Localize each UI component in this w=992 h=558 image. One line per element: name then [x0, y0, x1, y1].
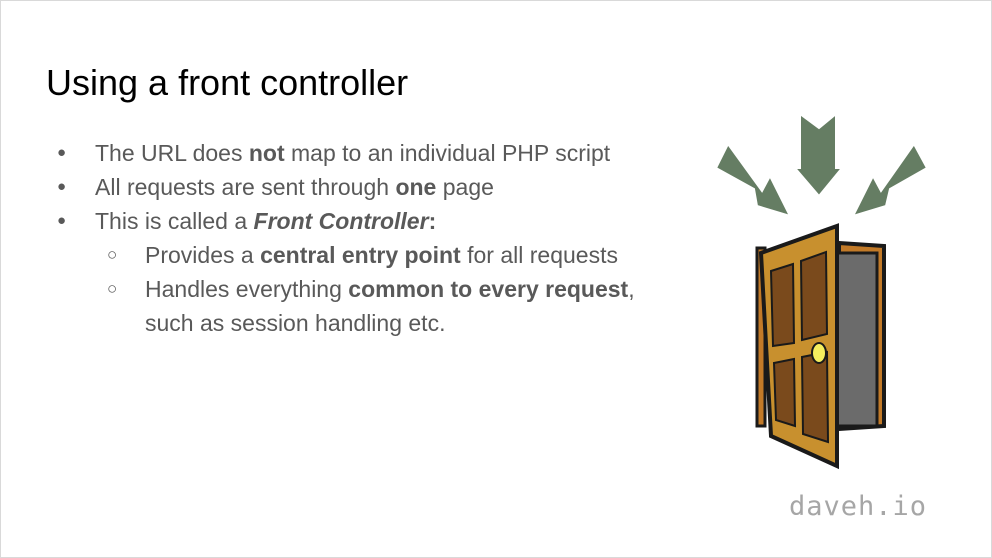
open-door-icon: [755, 223, 886, 470]
bullet-dot-icon: ●: [57, 178, 67, 195]
bullet-text: All requests are sent through one page: [95, 174, 494, 200]
sub-bullet-item: ○ Provides a central entry point for all…: [1, 238, 701, 272]
footer-branding: daveh.io: [789, 491, 928, 522]
bullet-text: This is called a Front Controller:: [95, 208, 437, 234]
sub-bullet-text: Provides a central entry point for all r…: [145, 242, 618, 268]
bullet-list: ● The URL does not map to an individual …: [1, 136, 701, 340]
bullet-item: ● This is called a Front Controller:: [1, 204, 701, 238]
bullet-text: The URL does not map to an individual PH…: [95, 140, 611, 166]
sub-bullet-text: Handles everything common to every reque…: [145, 276, 635, 336]
sub-bullet-circle-icon: ○: [107, 245, 118, 264]
bullet-dot-icon: ●: [57, 212, 67, 229]
arrow-left-icon: [714, 142, 792, 218]
sub-bullet-circle-icon: ○: [107, 279, 118, 298]
slide: Using a front controller ● The URL does …: [0, 0, 992, 558]
arrow-down-icon: [792, 111, 845, 198]
bullet-item: ● All requests are sent through one page: [1, 170, 701, 204]
arrow-right-icon: [851, 142, 929, 218]
bullet-dot-icon: ●: [57, 144, 67, 161]
slide-title: Using a front controller: [46, 62, 409, 103]
bullet-item: ● The URL does not map to an individual …: [1, 136, 701, 170]
front-controller-illustration: [714, 111, 929, 470]
sub-bullet-item: ○ Handles everything common to every req…: [1, 272, 701, 340]
